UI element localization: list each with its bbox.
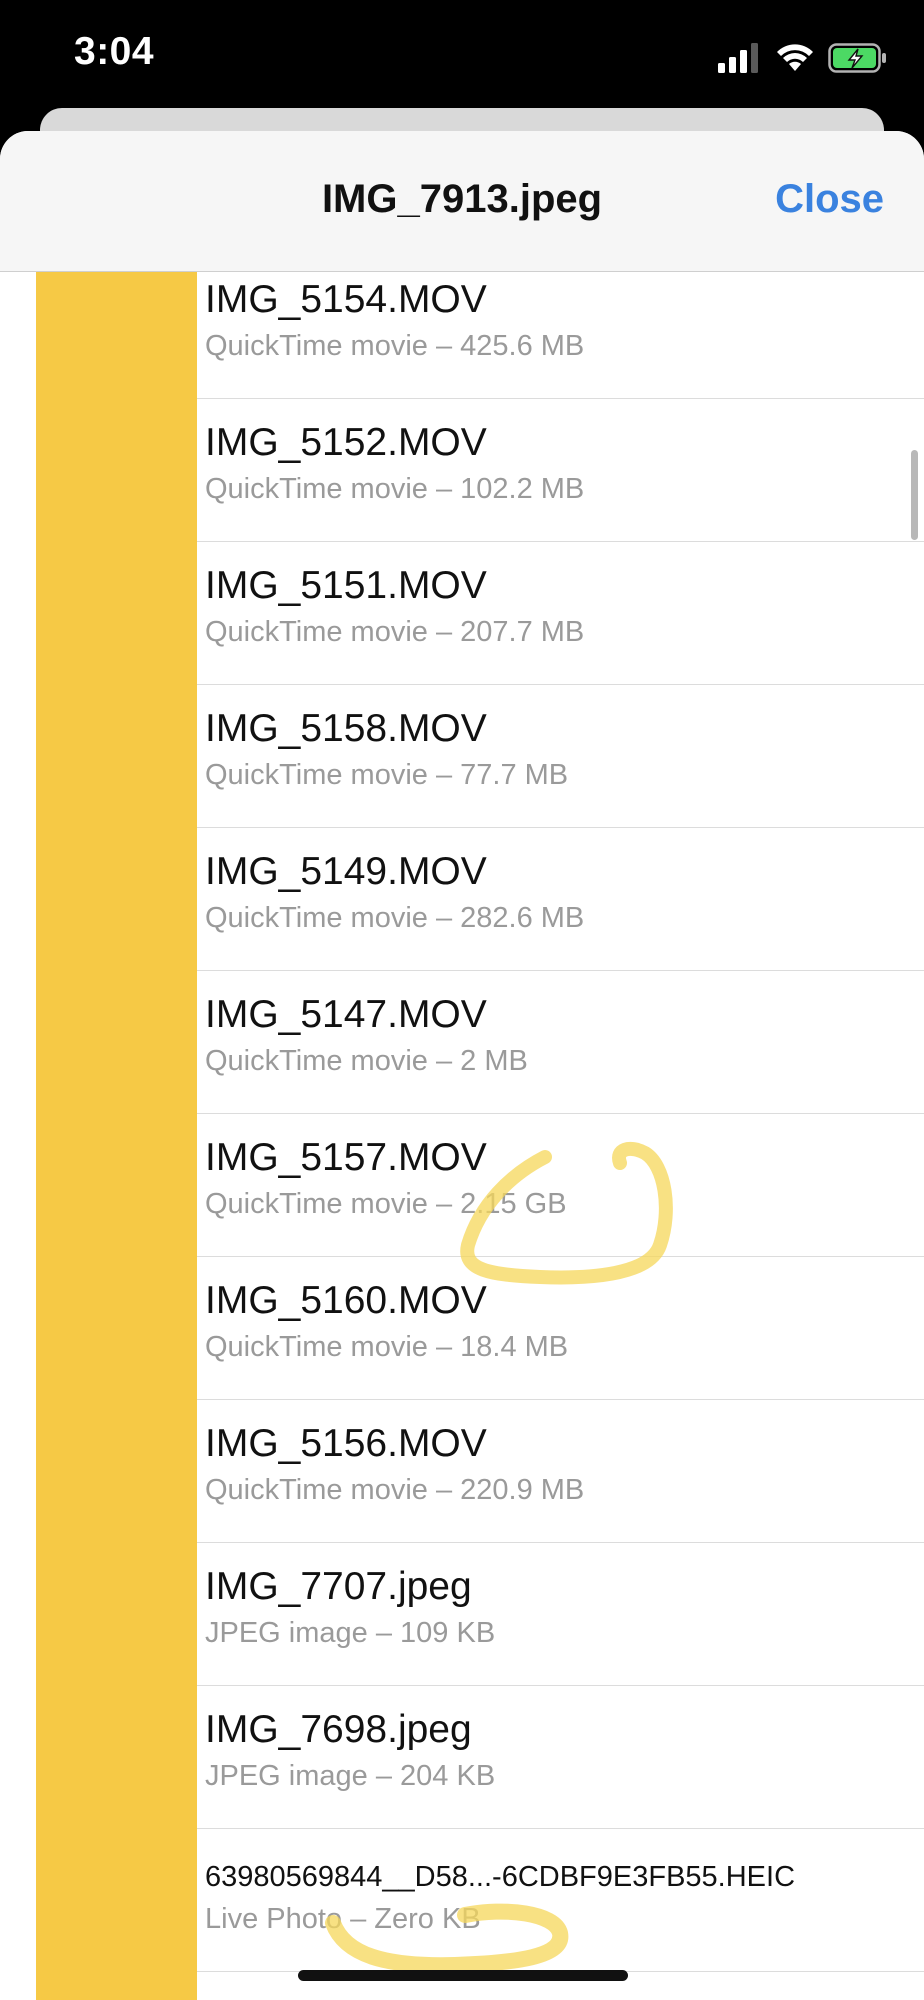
file-row[interactable]: IMG_5154.MOV QuickTime movie – 425.6 MB [197, 272, 924, 399]
screen: 3:04 IMG_7913.jpeg Close IMG_5154.MOV Qu… [0, 0, 924, 2000]
file-name: 63980569844__D58...-6CDBF9E3FB55.HEIC [205, 1861, 796, 1893]
wifi-icon [777, 44, 813, 71]
file-row[interactable]: IMG_5157.MOV QuickTime movie – 2.15 GB [197, 1114, 924, 1257]
file-meta: JPEG image – 109 KB [205, 1617, 496, 1649]
file-row[interactable]: 63980569844__D58...-6CDBF9E3FB55.HEIC Li… [197, 1829, 924, 1972]
cellular-signal-icon [718, 43, 758, 73]
file-row[interactable]: IMG_5151.MOV QuickTime movie – 207.7 MB [197, 542, 924, 685]
file-meta: QuickTime movie – 18.4 MB [205, 1331, 569, 1363]
file-row[interactable]: IMG_5158.MOV QuickTime movie – 77.7 MB [197, 685, 924, 828]
close-button[interactable]: Close [775, 177, 884, 222]
file-name: IMG_5149.MOV [205, 850, 487, 893]
home-indicator[interactable] [298, 1970, 628, 1981]
status-icons [718, 38, 888, 78]
file-row[interactable]: IMG_5149.MOV QuickTime movie – 282.6 MB [197, 828, 924, 971]
file-name: IMG_5152.MOV [205, 421, 487, 464]
file-name: IMG_5160.MOV [205, 1279, 487, 1322]
status-bar: 3:04 [0, 0, 924, 110]
file-row[interactable]: IMG_7698.jpeg JPEG image – 204 KB [197, 1686, 924, 1829]
file-name: IMG_5154.MOV [205, 278, 487, 321]
file-name: IMG_5147.MOV [205, 993, 487, 1036]
file-browser-sheet: IMG_7913.jpeg Close IMG_5154.MOV QuickTi… [0, 131, 924, 2000]
file-meta: QuickTime movie – 207.7 MB [205, 616, 585, 648]
file-meta: JPEG image – 204 KB [205, 1760, 496, 1792]
file-name: IMG_5156.MOV [205, 1422, 487, 1465]
file-row[interactable]: IMG_5147.MOV QuickTime movie – 2 MB [197, 971, 924, 1114]
file-meta: QuickTime movie – 2.15 GB [205, 1188, 567, 1220]
file-name: IMG_5157.MOV [205, 1136, 487, 1179]
file-meta: QuickTime movie – 77.7 MB [205, 759, 569, 791]
scroll-indicator[interactable] [911, 450, 918, 540]
file-name: IMG_7707.jpeg [205, 1565, 472, 1608]
file-row[interactable]: IMG_5160.MOV QuickTime movie – 18.4 MB [197, 1257, 924, 1400]
file-name: IMG_7698.jpeg [205, 1708, 472, 1751]
thumbnail-block [36, 272, 197, 2000]
file-name: IMG_5151.MOV [205, 564, 487, 607]
file-name: IMG_5158.MOV [205, 707, 487, 750]
battery-charging-icon [828, 43, 886, 73]
file-list-area[interactable]: IMG_5154.MOV QuickTime movie – 425.6 MB … [0, 272, 924, 2000]
file-list: IMG_5154.MOV QuickTime movie – 425.6 MB … [197, 272, 924, 1972]
file-meta: Live Photo – Zero KB [205, 1903, 481, 1935]
file-meta: QuickTime movie – 220.9 MB [205, 1474, 585, 1506]
navigation-bar: IMG_7913.jpeg Close [0, 131, 924, 272]
file-meta: QuickTime movie – 102.2 MB [205, 473, 585, 505]
file-row[interactable]: IMG_7707.jpeg JPEG image – 109 KB [197, 1543, 924, 1686]
status-time: 3:04 [74, 30, 155, 73]
file-meta: QuickTime movie – 425.6 MB [205, 330, 585, 362]
file-row[interactable]: IMG_5152.MOV QuickTime movie – 102.2 MB [197, 399, 924, 542]
file-row[interactable]: IMG_5156.MOV QuickTime movie – 220.9 MB [197, 1400, 924, 1543]
file-meta: QuickTime movie – 2 MB [205, 1045, 528, 1077]
file-meta: QuickTime movie – 282.6 MB [205, 902, 585, 934]
